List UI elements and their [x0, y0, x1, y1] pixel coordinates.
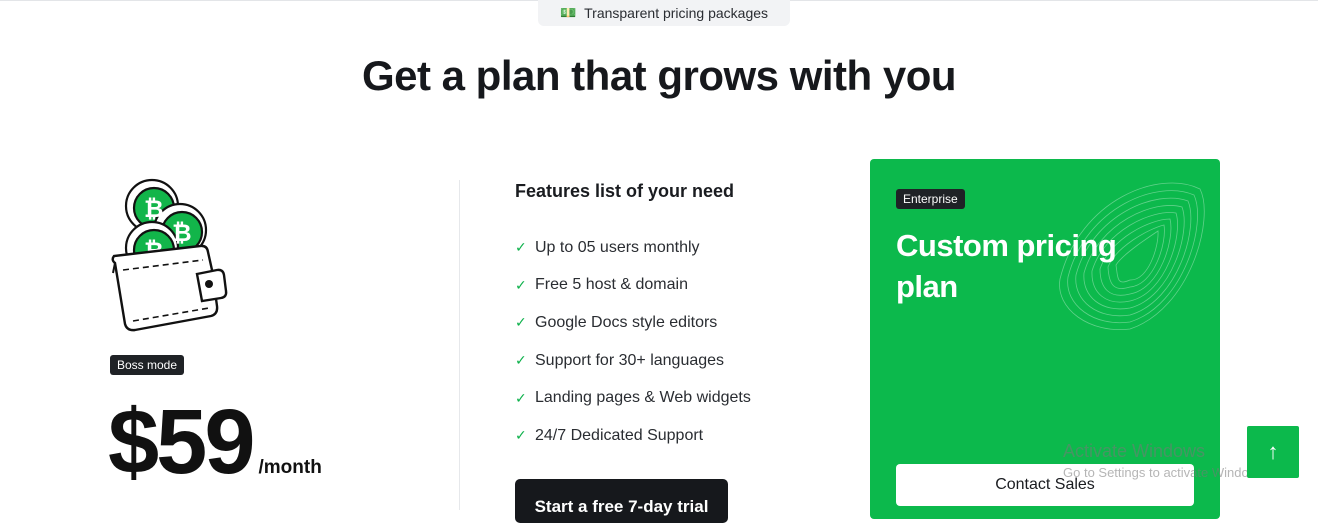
feature-label: Support for 30+ languages [535, 351, 725, 369]
svg-text:₿: ₿ [172, 219, 192, 247]
feature-label: Google Docs style editors [535, 313, 718, 331]
feature-label: Free 5 host & domain [535, 276, 688, 294]
plan-badge: Boss mode [110, 355, 185, 375]
check-icon: ✓ [515, 314, 527, 331]
price-amount: $59 [108, 391, 255, 493]
svg-text:₿: ₿ [144, 195, 164, 223]
feature-item: ✓ Up to 05 users monthly [515, 229, 751, 267]
arrow-up-icon: ↑ [1267, 439, 1279, 464]
enterprise-title: Custom pricing plan [896, 228, 1117, 304]
features-list: ✓ Up to 05 users monthly ✓ Free 5 host & d… [515, 229, 751, 455]
feature-label: Up to 05 users monthly [535, 238, 700, 256]
start-trial-label: Start a free 7-day trial [534, 497, 709, 516]
pricing-eyebrow: 💵 Transparent pricing packages [538, 0, 790, 26]
feature-item: ✓ Free 5 host & domain [515, 267, 751, 305]
column-divider [459, 180, 460, 510]
contact-sales-button[interactable]: Contact Sales [896, 464, 1194, 506]
eyebrow-text: Transparent pricing packages [584, 5, 769, 21]
features-title: Features list of your need [515, 181, 735, 201]
enterprise-badge: Enterprise [896, 189, 965, 209]
page-title: Get a plan that grows with you [361, 52, 957, 99]
money-icon: 💵 [559, 5, 577, 20]
check-icon: ✓ [515, 239, 527, 256]
feature-item: ✓ Support for 30+ languages [515, 342, 751, 380]
scroll-to-top-button[interactable]: ↑ [1247, 426, 1299, 478]
feature-item: ✓ 24/7 Dedicated Support [515, 417, 751, 455]
start-trial-button[interactable]: Start a free 7-day trial [515, 479, 728, 523]
feature-item: ✓ Google Docs style editors [515, 304, 751, 342]
check-icon: ✓ [515, 427, 527, 444]
plan-price: $59 /month [108, 392, 322, 492]
feature-label: Landing pages & Web widgets [535, 389, 751, 407]
price-period: /month [258, 457, 322, 478]
feature-item: ✓ Landing pages & Web widgets [515, 379, 751, 417]
enterprise-card: Enterprise Custom pricing plan Contact S… [870, 159, 1220, 519]
check-icon: ✓ [515, 389, 527, 406]
wallet-bitcoin-icon: ₿ ₿ ₿ [111, 178, 228, 332]
check-icon: ✓ [515, 352, 527, 369]
check-icon: ✓ [515, 276, 527, 293]
feature-label: 24/7 Dedicated Support [535, 426, 704, 444]
